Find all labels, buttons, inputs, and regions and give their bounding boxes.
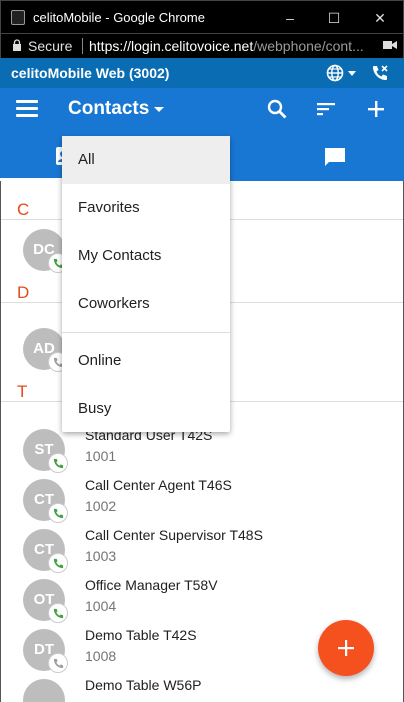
phone-available-icon xyxy=(53,458,64,469)
globe-icon[interactable] xyxy=(326,64,344,82)
browser-titlebar: celitoMobile - Google Chrome – ☐ ✕ xyxy=(0,0,404,34)
close-button[interactable]: ✕ xyxy=(365,6,395,30)
menu-icon[interactable] xyxy=(16,100,38,118)
contact-extension: 1001 xyxy=(85,448,117,464)
app-icon xyxy=(11,10,25,25)
minimize-button[interactable]: – xyxy=(275,6,305,30)
contact-extension: 1004 xyxy=(85,598,117,614)
contact-extension: 1008 xyxy=(85,648,117,664)
contact-name: Demo Table W56P xyxy=(85,677,202,693)
status-badge xyxy=(48,453,68,473)
filter-option-favorites[interactable]: Favorites xyxy=(62,184,230,232)
contact-row[interactable]: ST Standard User T42S 1001 xyxy=(1,427,403,479)
phone-available-icon xyxy=(53,558,64,569)
phone-status-icon[interactable] xyxy=(371,64,389,82)
status-badge xyxy=(48,653,68,673)
language-caret-icon[interactable] xyxy=(348,71,356,76)
status-badge xyxy=(48,503,68,523)
app-name: celitoMobile Web (3002) xyxy=(11,65,170,81)
url-path: /webphone/cont... xyxy=(253,38,364,54)
address-separator xyxy=(82,38,83,54)
contact-name: Office Manager T58V xyxy=(85,577,218,593)
contact-name: Call Center Agent T46S xyxy=(85,477,232,493)
url-text[interactable]: https://login.celitovoice.net/webphone/c… xyxy=(89,38,364,54)
contact-row[interactable]: Demo Table W56P xyxy=(1,677,403,702)
status-badge xyxy=(48,553,68,573)
contact-row[interactable]: CT Call Center Agent T46S 1002 xyxy=(1,477,403,529)
add-contact-button[interactable] xyxy=(318,620,374,676)
avatar xyxy=(23,679,65,702)
status-badge xyxy=(48,603,68,623)
search-icon[interactable] xyxy=(266,98,288,120)
page-title[interactable]: Contacts xyxy=(68,98,149,120)
menu-divider xyxy=(62,332,230,333)
sort-icon[interactable] xyxy=(315,98,337,120)
app-top-bar: celitoMobile Web (3002) xyxy=(0,58,404,88)
filter-caret-icon[interactable] xyxy=(154,107,164,112)
section-header-d: D xyxy=(17,283,30,302)
camera-icon[interactable] xyxy=(383,39,397,51)
app-toolbar: Contacts xyxy=(0,88,404,132)
chat-icon xyxy=(325,148,345,166)
window-title: celitoMobile - Google Chrome xyxy=(33,10,205,25)
plus-icon xyxy=(338,640,354,656)
contact-row[interactable]: CT Call Center Supervisor T48S 1003 xyxy=(1,527,403,579)
phone-available-icon xyxy=(53,608,64,619)
filter-option-my-contacts[interactable]: My Contacts xyxy=(62,232,230,280)
contact-extension: 1003 xyxy=(85,548,117,564)
contacts-filter-menu: All Favorites My Contacts Coworkers Onli… xyxy=(62,136,230,432)
filter-option-coworkers[interactable]: Coworkers xyxy=(62,280,230,328)
section-header-t: T xyxy=(17,382,28,401)
phone-unknown-icon xyxy=(53,658,64,669)
filter-option-online[interactable]: Online xyxy=(62,337,230,385)
contact-name: Call Center Supervisor T48S xyxy=(85,527,263,543)
secure-label: Secure xyxy=(28,38,73,54)
maximize-button[interactable]: ☐ xyxy=(319,6,349,30)
filter-option-busy[interactable]: Busy xyxy=(62,385,230,433)
address-bar[interactable]: Secure https://login.celitovoice.net/web… xyxy=(0,34,404,58)
section-header-c: C xyxy=(17,200,30,219)
add-icon[interactable] xyxy=(365,98,387,120)
tab-chat[interactable] xyxy=(268,132,402,181)
lock-icon xyxy=(13,39,21,51)
contact-name: Demo Table T42S xyxy=(85,627,197,643)
phone-available-icon xyxy=(53,508,64,519)
filter-option-all[interactable]: All xyxy=(62,136,230,184)
url-host: https://login.celitovoice.net xyxy=(89,38,254,54)
contact-extension: 1002 xyxy=(85,498,117,514)
